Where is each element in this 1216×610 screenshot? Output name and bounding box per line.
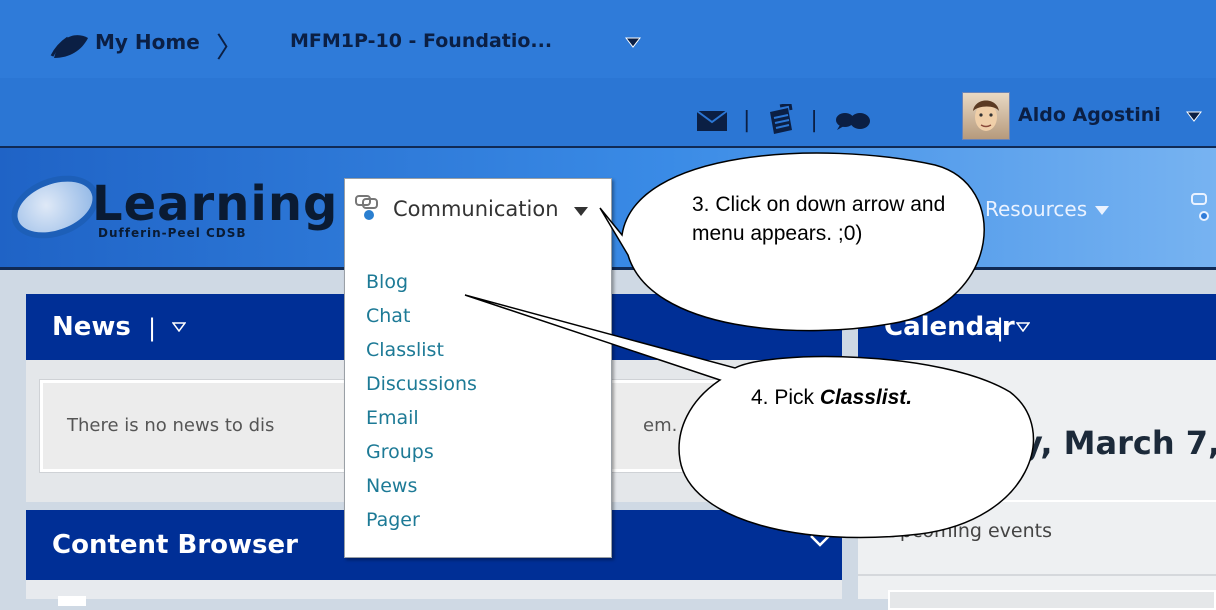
callout-step3-text: 3. Click on down arrow and menu appears.… bbox=[692, 193, 946, 245]
callout-step4-bubble bbox=[464, 294, 1035, 539]
callout-step4-text: 4. Pick Classlist. bbox=[751, 383, 912, 412]
callout-step4-prefix: 4. Pick bbox=[751, 386, 820, 409]
callout-annotations bbox=[464, 152, 1035, 539]
callout-step4-emphasis: Classlist. bbox=[819, 386, 913, 409]
